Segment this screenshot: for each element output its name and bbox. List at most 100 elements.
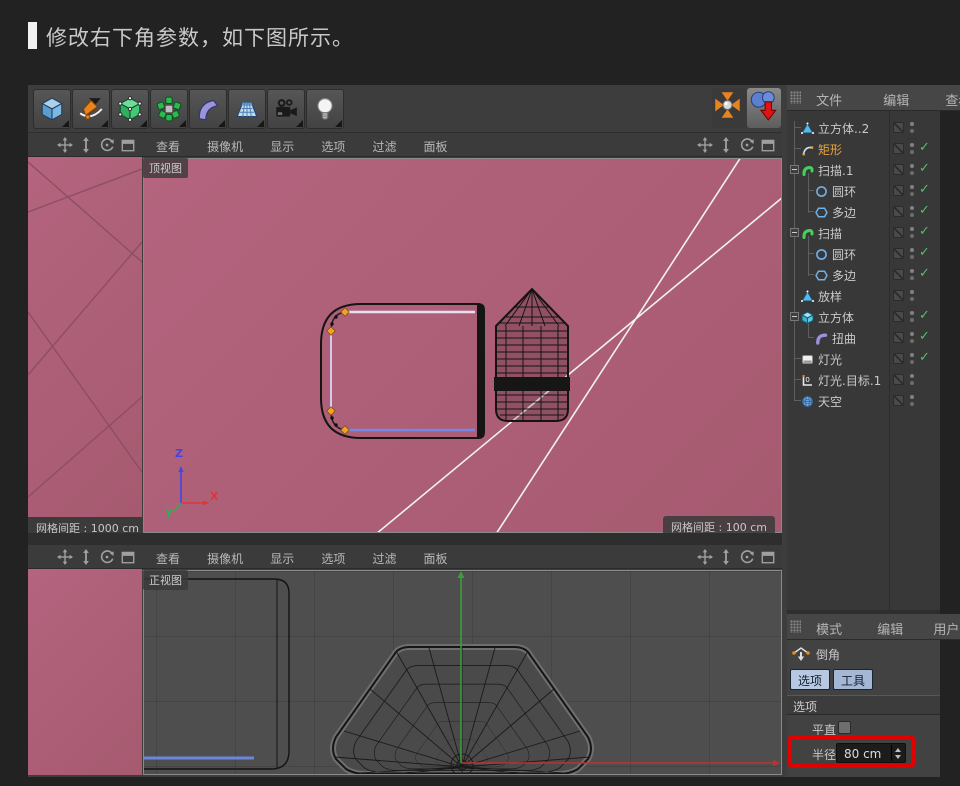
object-row[interactable]: 扫描.1 ✓	[787, 159, 940, 180]
visibility-dots[interactable]	[910, 395, 914, 406]
visibility-dots[interactable]	[910, 290, 914, 301]
object-row[interactable]: 多边 ✓	[787, 201, 940, 222]
pan-icon[interactable]	[57, 549, 73, 565]
top-viewport[interactable]: Z X Y	[143, 158, 782, 533]
bottom-left-viewport[interactable]	[28, 569, 142, 775]
menu-filter[interactable]: 过滤	[372, 138, 396, 155]
visibility-dots[interactable]	[910, 332, 914, 343]
maximize-icon[interactable]	[760, 137, 776, 153]
zoom-icon[interactable]	[718, 549, 734, 565]
layer-toggle[interactable]	[893, 248, 904, 259]
maximize-icon[interactable]	[120, 549, 136, 565]
object-row[interactable]: 矩形 ✓	[787, 138, 940, 159]
maximize-icon[interactable]	[120, 137, 136, 153]
pen-tool-button[interactable]	[72, 89, 110, 129]
object-row[interactable]: 立方体 ✓	[787, 306, 940, 327]
enable-check[interactable]: ✓	[919, 329, 930, 344]
menu-display[interactable]: 显示	[270, 550, 294, 567]
layer-toggle[interactable]	[893, 206, 904, 217]
enable-check[interactable]: ✓	[919, 140, 930, 155]
object-row[interactable]: 扭曲 ✓	[787, 327, 940, 348]
enable-check[interactable]: ✓	[919, 350, 930, 365]
enable-check[interactable]: ✓	[919, 203, 930, 218]
maximize-icon[interactable]	[760, 549, 776, 565]
object-row[interactable]: 0 灯光.目标.1	[787, 369, 940, 390]
menu-view[interactable]: 查看	[945, 90, 960, 109]
object-row[interactable]: 圆环 ✓	[787, 180, 940, 201]
rotate-icon[interactable]	[739, 137, 755, 153]
layer-toggle[interactable]	[893, 269, 904, 280]
visibility-dots[interactable]	[910, 122, 914, 133]
visibility-dots[interactable]	[910, 164, 914, 175]
layer-toggle[interactable]	[893, 290, 904, 301]
zoom-icon[interactable]	[718, 137, 734, 153]
menu-view[interactable]: 查看	[156, 550, 180, 567]
grip-icon[interactable]	[790, 91, 801, 104]
floor-tool-button[interactable]	[228, 89, 266, 129]
rotate-icon[interactable]	[99, 137, 115, 153]
rotate-icon[interactable]	[99, 549, 115, 565]
center-arrows-button[interactable]	[712, 88, 746, 128]
cube-tool-button[interactable]	[33, 89, 71, 129]
visibility-dots[interactable]	[910, 143, 914, 154]
object-manager[interactable]: 立方体..2 矩形 ✓ 扫描.1 ✓ 圆环 ✓	[787, 111, 940, 610]
object-row[interactable]: 扫描 ✓	[787, 222, 940, 243]
layer-toggle[interactable]	[893, 143, 904, 154]
object-row[interactable]: 灯光 ✓	[787, 348, 940, 369]
tab-tool[interactable]: 工具	[833, 669, 873, 690]
visibility-dots[interactable]	[910, 248, 914, 259]
menu-options[interactable]: 选项	[321, 550, 345, 567]
enable-check[interactable]: ✓	[919, 182, 930, 197]
viewport-splitter[interactable]	[28, 533, 782, 545]
camera-tool-button[interactable]	[267, 89, 305, 129]
visibility-dots[interactable]	[910, 374, 914, 385]
menu-camera[interactable]: 摄像机	[207, 550, 243, 567]
layer-toggle[interactable]	[893, 122, 904, 133]
layer-toggle[interactable]	[893, 227, 904, 238]
menu-mode[interactable]: 模式	[816, 619, 842, 638]
menu-edit[interactable]: 编辑	[877, 619, 903, 638]
object-row[interactable]: 立方体..2	[787, 117, 940, 138]
menu-display[interactable]: 显示	[270, 138, 294, 155]
tab-options[interactable]: 选项	[790, 669, 830, 690]
visibility-dots[interactable]	[910, 311, 914, 322]
layer-toggle[interactable]	[893, 395, 904, 406]
zoom-icon[interactable]	[78, 137, 94, 153]
menu-filter[interactable]: 过滤	[372, 550, 396, 567]
menu-view[interactable]: 查看	[156, 138, 180, 155]
menu-edit[interactable]: 编辑	[883, 90, 909, 109]
bend-tool-button[interactable]	[189, 89, 227, 129]
perspective-viewport[interactable]	[28, 157, 142, 517]
visibility-dots[interactable]	[910, 227, 914, 238]
menu-file[interactable]: 文件	[816, 90, 842, 109]
zoom-icon[interactable]	[78, 549, 94, 565]
section-header[interactable]: 选项	[787, 695, 940, 715]
menu-options[interactable]: 选项	[321, 138, 345, 155]
enable-check[interactable]: ✓	[919, 266, 930, 281]
rotate-icon[interactable]	[739, 549, 755, 565]
light-tool-button[interactable]	[306, 89, 344, 129]
object-row[interactable]: 放样	[787, 285, 940, 306]
menu-panel[interactable]: 面板	[424, 550, 448, 567]
material-drop-button[interactable]	[747, 88, 781, 128]
layer-toggle[interactable]	[893, 374, 904, 385]
pan-icon[interactable]	[57, 137, 73, 153]
grip-icon[interactable]	[790, 620, 801, 633]
flat-checkbox[interactable]	[838, 721, 851, 734]
layer-toggle[interactable]	[893, 332, 904, 343]
layer-toggle[interactable]	[893, 353, 904, 364]
pan-icon[interactable]	[697, 549, 713, 565]
visibility-dots[interactable]	[910, 269, 914, 280]
object-row[interactable]: 多边 ✓	[787, 264, 940, 285]
enable-check[interactable]: ✓	[919, 245, 930, 260]
editable-cube-tool-button[interactable]	[111, 89, 149, 129]
visibility-dots[interactable]	[910, 185, 914, 196]
menu-panel[interactable]: 面板	[424, 138, 448, 155]
object-row[interactable]: 圆环 ✓	[787, 243, 940, 264]
menu-camera[interactable]: 摄像机	[207, 138, 243, 155]
layer-toggle[interactable]	[893, 185, 904, 196]
layer-toggle[interactable]	[893, 311, 904, 322]
front-viewport[interactable]	[143, 570, 782, 775]
enable-check[interactable]: ✓	[919, 161, 930, 176]
pan-icon[interactable]	[697, 137, 713, 153]
